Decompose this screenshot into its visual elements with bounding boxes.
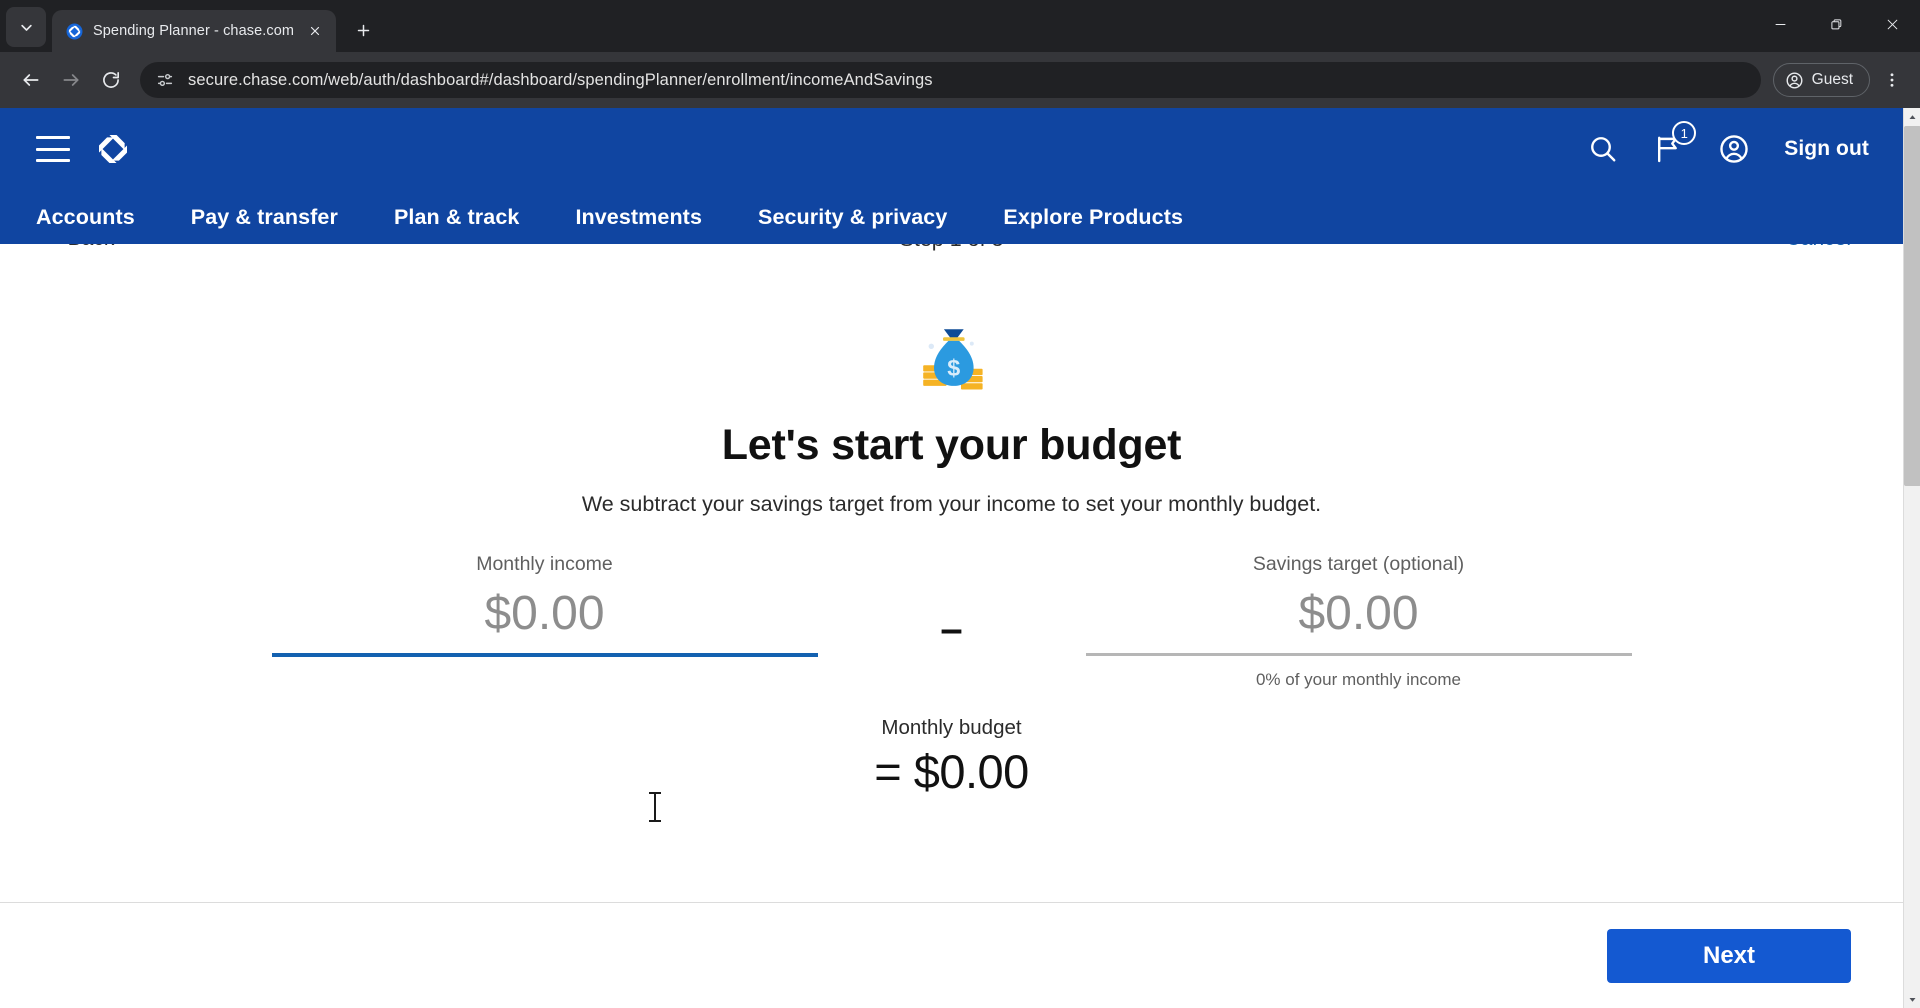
- scroll-up-button[interactable]: [1904, 108, 1920, 126]
- site-header: 1 Sign out: [0, 108, 1903, 190]
- savings-percent-hint: 0% of your monthly income: [1255, 670, 1462, 689]
- nav-item-security-privacy[interactable]: Security & privacy: [758, 205, 947, 230]
- budget-calculator: Monthly income – Savings target (optiona…: [271, 553, 1632, 690]
- header-actions: 1 Sign out: [1588, 121, 1869, 165]
- url-text: secure.chase.com/web/auth/dashboard#/das…: [188, 70, 933, 89]
- main-content: $ Let's start your budget We subtract yo…: [0, 244, 1903, 1008]
- savings-target-field-group: Savings target (optional) 0% of your mon…: [1085, 553, 1632, 690]
- nav-item-investments[interactable]: Investments: [575, 205, 702, 230]
- minus-operator: –: [940, 607, 963, 651]
- nav-item-pay-transfer[interactable]: Pay & transfer: [191, 205, 338, 230]
- monthly-income-label: Monthly income: [476, 553, 613, 575]
- new-tab-button[interactable]: [346, 13, 380, 47]
- address-bar[interactable]: secure.chase.com/web/auth/dashboard#/das…: [140, 62, 1761, 98]
- monthly-budget-label: Monthly budget: [881, 716, 1022, 739]
- monthly-budget-value: = $0.00: [874, 745, 1029, 798]
- notifications-button[interactable]: 1: [1652, 121, 1697, 165]
- next-button[interactable]: Next: [1607, 928, 1851, 983]
- kebab-menu-icon: [1890, 73, 1894, 87]
- page-scrollbar[interactable]: [1903, 108, 1920, 1008]
- person-circle-icon: [1786, 72, 1803, 88]
- monthly-income-input[interactable]: [271, 582, 818, 657]
- scroll-down-button[interactable]: [1904, 990, 1920, 1008]
- close-window-button[interactable]: [1864, 0, 1920, 48]
- forward-button[interactable]: [52, 61, 90, 99]
- profile-button[interactable]: Guest: [1772, 63, 1870, 97]
- person-circle-icon: [1720, 135, 1748, 163]
- browser-menu-button[interactable]: [1874, 61, 1910, 99]
- caret-up-icon: [1909, 114, 1915, 119]
- scrollbar-thumb[interactable]: [1903, 126, 1920, 486]
- restore-icon: [1830, 18, 1841, 29]
- money-bag-icon: $: [916, 322, 988, 399]
- page-title: Let's start your budget: [721, 421, 1182, 469]
- monthly-income-field-group: Monthly income: [271, 553, 818, 657]
- tab-title: Spending Planner - chase.com: [93, 23, 295, 39]
- site-nav: Accounts Pay & transfer Plan & track Inv…: [0, 190, 1903, 244]
- browser-toolbar: secure.chase.com/web/auth/dashboard#/das…: [0, 52, 1920, 108]
- close-icon: [1887, 19, 1897, 29]
- nav-item-explore-products[interactable]: Explore Products: [1003, 205, 1183, 230]
- tab-close-button[interactable]: [304, 20, 326, 42]
- minimize-button[interactable]: [1752, 0, 1808, 48]
- monthly-budget-result: Monthly budget = $0.00: [874, 716, 1029, 799]
- profile-label: Guest: [1811, 71, 1853, 88]
- site-settings-icon[interactable]: [156, 71, 174, 89]
- tab-strip: Spending Planner - chase.com: [0, 0, 1920, 52]
- sign-out-button[interactable]: Sign out: [1784, 137, 1869, 161]
- search-icon[interactable]: [1588, 134, 1618, 164]
- reload-icon: [103, 72, 120, 88]
- arrow-right-icon: [63, 74, 79, 86]
- nav-item-accounts[interactable]: Accounts: [36, 205, 135, 230]
- svg-text:$: $: [947, 355, 960, 381]
- savings-target-label: Savings target (optional): [1252, 553, 1465, 575]
- page-viewport: ‹ Back Step 1 of 3 Cancel: [0, 108, 1920, 1008]
- tab-search-button[interactable]: [6, 7, 46, 47]
- page-subtitle: We subtract your savings target from you…: [581, 492, 1322, 516]
- page-footer: Next: [0, 902, 1903, 1008]
- window-controls: [1752, 0, 1920, 48]
- scrollbar-track[interactable]: [1903, 126, 1920, 990]
- chase-favicon: [66, 23, 83, 40]
- browser-window: Spending Planner - chase.com secure.chas…: [0, 0, 1920, 1008]
- back-button[interactable]: [12, 61, 50, 99]
- chevron-down-icon: [20, 24, 32, 31]
- hamburger-icon[interactable]: [36, 136, 70, 162]
- close-icon: [310, 26, 320, 36]
- minimize-icon: [1775, 23, 1785, 25]
- arrow-left-icon: [23, 74, 39, 86]
- chase-page: ‹ Back Step 1 of 3 Cancel: [0, 108, 1903, 1008]
- nav-item-plan-track[interactable]: Plan & track: [394, 205, 519, 230]
- reload-button[interactable]: [92, 61, 130, 99]
- caret-down-icon: [1909, 997, 1915, 1002]
- plus-icon: [357, 24, 369, 36]
- maximize-button[interactable]: [1808, 0, 1864, 48]
- chase-logo[interactable]: [94, 130, 132, 168]
- savings-target-input[interactable]: [1085, 582, 1632, 656]
- account-profile-button[interactable]: [1718, 133, 1750, 165]
- browser-tab[interactable]: Spending Planner - chase.com: [52, 10, 337, 52]
- notification-badge: 1: [1672, 121, 1697, 145]
